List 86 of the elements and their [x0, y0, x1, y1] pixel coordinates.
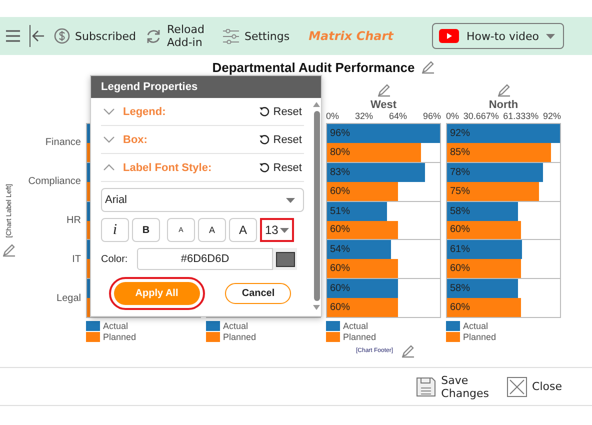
- bar-value-label: 51%: [330, 206, 350, 217]
- color-swatch[interactable]: [276, 252, 294, 266]
- close-box-icon: [507, 376, 528, 396]
- app-title: Matrix Chart: [308, 29, 394, 43]
- bar-value-label: 60%: [330, 186, 350, 197]
- bar-value-label: 61%: [450, 244, 470, 256]
- dollar-circle-icon: [54, 28, 70, 44]
- axis-tick-label: 96%: [422, 111, 441, 123]
- bar-value-label: 58%: [450, 206, 470, 217]
- legend-label: Actual: [463, 321, 488, 331]
- legend-label: Actual: [103, 321, 128, 331]
- settings-sliders-icon[interactable]: [223, 28, 240, 44]
- bar-value-label: 60%: [330, 302, 350, 314]
- bar-value-label: 60%: [450, 263, 470, 274]
- menu-icon[interactable]: [6, 30, 20, 42]
- bar-value-label: 85%: [450, 146, 470, 158]
- bar-value-label: 75%: [450, 186, 470, 197]
- category-label: Finance: [45, 137, 81, 148]
- category-label: Compliance: [28, 176, 81, 187]
- bar-value-label: 60%: [330, 263, 350, 274]
- legend-label: Planned: [343, 332, 376, 342]
- color-label: Color:: [101, 254, 129, 264]
- dialog-title: Legend Properties: [91, 76, 321, 98]
- reload-addin-button[interactable]: Reload Add-in: [167, 23, 204, 49]
- axis-tick-label: 64%: [388, 111, 407, 123]
- save-changes-button[interactable]: Save Changes: [416, 374, 490, 400]
- panel-header: West: [370, 99, 397, 111]
- chart-title: Departmental Audit Performance: [212, 60, 415, 74]
- category-label: Legal: [56, 293, 81, 304]
- legend-label: Planned: [103, 332, 136, 342]
- reset-icon: [259, 106, 270, 117]
- pencil-icon[interactable]: [496, 83, 510, 97]
- font-style-button[interactable]: B: [132, 218, 160, 242]
- pencil-icon[interactable]: [2, 243, 16, 258]
- color-picker[interactable]: [273, 248, 297, 270]
- bar-value-label: 96%: [330, 128, 350, 139]
- color-input-field[interactable]: #6D6D6D: [137, 248, 273, 270]
- legend-label: Planned: [223, 332, 256, 342]
- bar-value-label: 60%: [450, 224, 470, 236]
- reset-icon: [259, 134, 270, 145]
- settings-button[interactable]: Settings: [244, 30, 290, 42]
- font-size-dropdown[interactable]: 13: [260, 218, 294, 242]
- reset-icon: [259, 162, 270, 173]
- axis-tick-label: 30.667%: [463, 111, 499, 123]
- axis-tick-label: 0%: [326, 111, 340, 123]
- axis-tick-label: 92%: [542, 111, 561, 123]
- legend-label: Actual: [343, 321, 368, 331]
- legend-label: Actual: [223, 321, 248, 331]
- refresh-icon[interactable]: [145, 28, 162, 44]
- font-style-button[interactable]: A: [229, 218, 257, 242]
- back-arrow-icon[interactable]: [29, 25, 45, 47]
- bar-value-label: 60%: [450, 302, 470, 314]
- chevron-down-icon: [103, 136, 115, 143]
- scroll-down-icon[interactable]: [313, 305, 320, 310]
- axis-tick-label: 0%: [446, 111, 460, 123]
- bar-value-label: 80%: [330, 146, 350, 158]
- caret-icon: [280, 228, 289, 232]
- panel-header: North: [488, 99, 518, 111]
- legend-label: Planned: [463, 332, 496, 342]
- bar-value-label: 78%: [450, 166, 470, 178]
- category-label: IT: [72, 254, 81, 265]
- font-dropdown[interactable]: Arial: [101, 188, 304, 212]
- category-label: HR: [66, 215, 81, 226]
- chevron-down-icon: [103, 108, 115, 115]
- pencil-icon[interactable]: [401, 344, 416, 358]
- axis-tick-label: 32%: [354, 111, 373, 123]
- axis-tick-label: 61.333%: [503, 111, 539, 123]
- bar-value-label: 60%: [330, 224, 350, 236]
- cancel-button[interactable]: Cancel: [225, 283, 292, 304]
- caret-icon: [546, 34, 555, 38]
- video-play-icon: [439, 29, 460, 43]
- chevron-up-icon: [103, 164, 115, 171]
- bar-value-label: 54%: [330, 244, 350, 256]
- caret-icon: [286, 198, 295, 202]
- pencil-icon[interactable]: [376, 83, 390, 97]
- bar-value-label: 58%: [450, 283, 470, 294]
- font-style-button[interactable]: i: [101, 218, 129, 242]
- pencil-icon[interactable]: [420, 60, 435, 74]
- bar-value-label: 92%: [450, 128, 470, 139]
- bar-value-label: 83%: [330, 166, 350, 178]
- subscribed-label[interactable]: Subscribed: [75, 30, 136, 42]
- how-to-video-button[interactable]: How-to video: [432, 23, 564, 49]
- close-button[interactable]: Close: [507, 376, 562, 396]
- font-style-button[interactable]: A: [198, 218, 226, 242]
- scroll-up-icon[interactable]: [313, 102, 320, 107]
- bar-value-label: 60%: [330, 283, 350, 294]
